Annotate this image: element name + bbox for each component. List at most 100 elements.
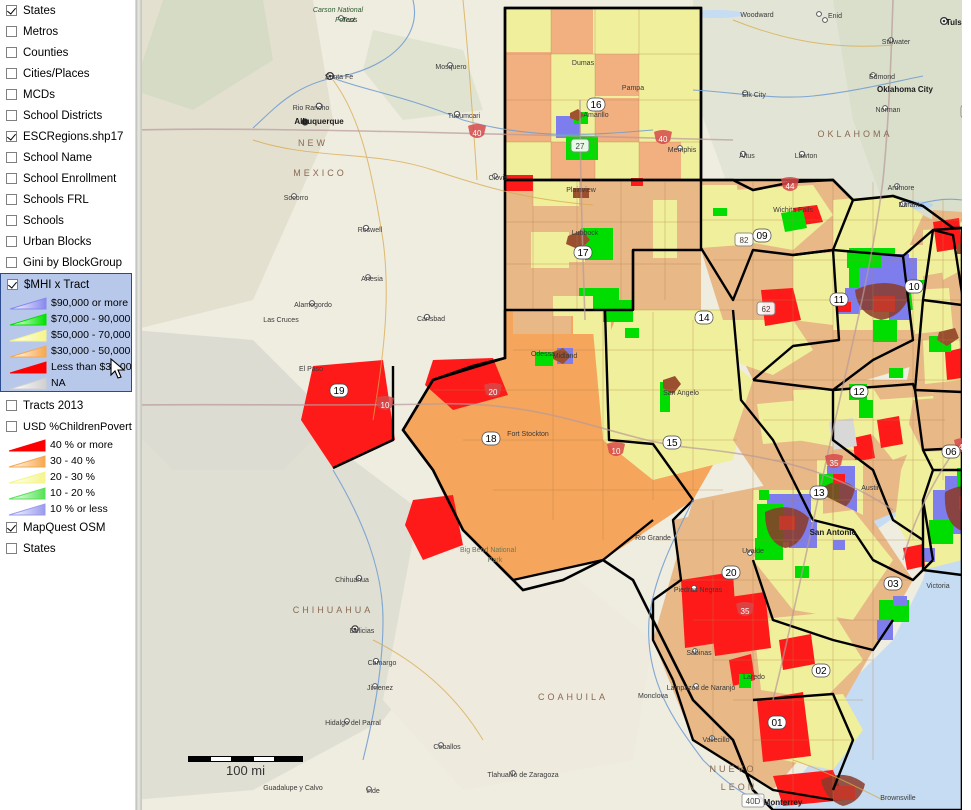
map-label: Alamogordo (294, 302, 332, 309)
map-label: Altus (739, 153, 755, 160)
layer-item-school-districts[interactable]: School Districts (0, 105, 132, 126)
map-label: Victoria (926, 583, 949, 590)
layer-item-urban-blocks[interactable]: Urban Blocks (0, 231, 132, 252)
layer-item-cities-places[interactable]: Cities/Places (0, 63, 132, 84)
esc-region-label-18: 18 (482, 432, 500, 445)
layer-item-mcds[interactable]: MCDs (0, 84, 132, 105)
layer-item-poverty[interactable]: USD %ChildrenPoverty (0, 416, 132, 437)
checkbox-poverty[interactable] (6, 421, 17, 432)
map-label: Las Cruces (263, 317, 299, 324)
tract-fill (625, 328, 639, 338)
checkbox-layer-3[interactable] (6, 68, 17, 79)
mhi-legend-swatch (9, 377, 47, 390)
tract-fill (757, 400, 809, 444)
tract-fill (603, 182, 653, 222)
map-label: OKLAHOMA (817, 129, 892, 139)
layer-item-counties[interactable]: Counties (0, 42, 132, 63)
map-label: NUEVO (709, 764, 756, 774)
layer-item-schools[interactable]: Schools (0, 210, 132, 231)
checkbox-layer-4[interactable] (6, 89, 17, 100)
mhi-swatch-4 (9, 361, 47, 374)
mhi-swatch-5 (9, 377, 47, 390)
esc-region-number: 15 (666, 438, 678, 449)
checkbox-layer-1[interactable] (6, 26, 17, 37)
checkbox-layer-7[interactable] (6, 152, 17, 163)
esc-region-label-10: 10 (905, 280, 923, 293)
highway-shield-label: 44 (786, 182, 795, 191)
esc-region-label-17: 17 (574, 246, 592, 259)
layer-list: StatesMetrosCountiesCities/Places MCDs Sch… (0, 0, 132, 273)
map-label: Lawton (795, 153, 818, 160)
poverty-legend-swatch (8, 487, 46, 500)
checkbox-layer-2[interactable] (6, 47, 17, 58)
map-label: Brownsville (880, 795, 916, 802)
checkbox-layer-8[interactable] (6, 173, 17, 184)
map-label: Durant (898, 202, 919, 209)
layer-label-6: ESCRegions.shp17 (23, 131, 123, 143)
esc-region-number: 14 (698, 313, 710, 324)
map-label: Socorro (284, 195, 309, 202)
layer-item-mhi[interactable]: $MHI x Tract (1, 274, 131, 295)
layer-label-states-bottom: States (23, 543, 56, 555)
layer-item-tracts[interactable]: Tracts 2013 (0, 395, 132, 416)
tract-fill (505, 52, 551, 100)
esc-region-number: 12 (853, 387, 865, 398)
map-label: Sabinas (686, 650, 712, 657)
layer-label-12: Gini by BlockGroup (23, 257, 122, 269)
layer-item-school-name[interactable]: School Name (0, 147, 132, 168)
highway-shield-label: 40 (473, 129, 482, 138)
poverty-legend-item: 40 % or more (0, 437, 132, 453)
map-label: CHIHUAHUA (293, 605, 374, 615)
poverty-legend-swatch (8, 471, 46, 484)
checkbox-states-bottom[interactable] (6, 543, 17, 554)
map-viewport[interactable]: Carson NationalForestTaosWoodwardEnidTul… (133, 0, 962, 810)
highway-shield-us: 27 (571, 139, 589, 152)
map-label: Piedras Negras (674, 587, 723, 594)
checkbox-tracts[interactable] (6, 400, 17, 411)
map-label: Amarillo (583, 112, 608, 119)
checkbox-layer-0[interactable] (6, 5, 17, 16)
layer-item-gini-by-blockgroup[interactable]: Gini by BlockGroup (0, 252, 132, 273)
tract-fill (713, 208, 727, 216)
layer-label-mhi: $MHI x Tract (24, 279, 89, 291)
layer-item-escregions-shp17[interactable]: ESCRegions.shp17 (0, 126, 132, 147)
map-label: Woodward (740, 12, 773, 19)
map-label: Elk City (742, 92, 766, 99)
checkbox-mhi[interactable] (7, 279, 18, 290)
poverty-legend-swatch (8, 503, 46, 516)
poverty-swatch-3 (8, 487, 46, 500)
panel-splitter[interactable] (133, 0, 142, 810)
layer-item-states-bottom[interactable]: States (0, 538, 132, 559)
esc-region-label-06: 06 (942, 445, 960, 458)
layer-item-basemap[interactable]: MapQuest OSM (0, 517, 132, 538)
map-label: Park (488, 557, 503, 564)
tract-fill-urban (833, 786, 855, 800)
checkbox-layer-12[interactable] (6, 257, 17, 268)
map-label: Tlahualilo de Zaragoza (487, 772, 558, 779)
tract-fill (833, 540, 845, 550)
checkbox-layer-6[interactable] (6, 131, 17, 142)
poverty-legend-item: 20 - 30 % (0, 469, 132, 485)
mhi-legend-swatch (9, 345, 47, 358)
layer-control-panel: StatesMetrosCountiesCities/PlacesMCDsSch… (0, 0, 133, 810)
layer-item-metros[interactable]: Metros (0, 21, 132, 42)
map-label: Mosquero (435, 64, 466, 71)
layer-item-schools-frl[interactable]: Schools FRL (0, 189, 132, 210)
map-canvas[interactable]: Carson NationalForestTaosWoodwardEnidTul… (133, 0, 962, 810)
highway-shield-label: 82 (740, 236, 749, 245)
map-label: Enid (828, 13, 842, 20)
map-label: Edmond (869, 74, 895, 81)
checkbox-layer-10[interactable] (6, 215, 17, 226)
checkbox-layer-5[interactable] (6, 110, 17, 121)
poverty-swatch-1 (8, 455, 46, 468)
layer-item-states[interactable]: States (0, 0, 132, 21)
tract-fill (889, 368, 903, 378)
checkbox-layer-11[interactable] (6, 236, 17, 247)
poverty-legend-label: 30 - 40 % (50, 456, 95, 467)
checkbox-basemap[interactable] (6, 522, 17, 533)
layer-item-school-enrollment[interactable]: School Enrollment (0, 168, 132, 189)
checkbox-layer-9[interactable] (6, 194, 17, 205)
mhi-legend-label: $50,000 - 70,000 (51, 330, 130, 341)
layer-label-4: MCDs (23, 89, 55, 101)
highway-shield-label: 20 (489, 388, 498, 397)
